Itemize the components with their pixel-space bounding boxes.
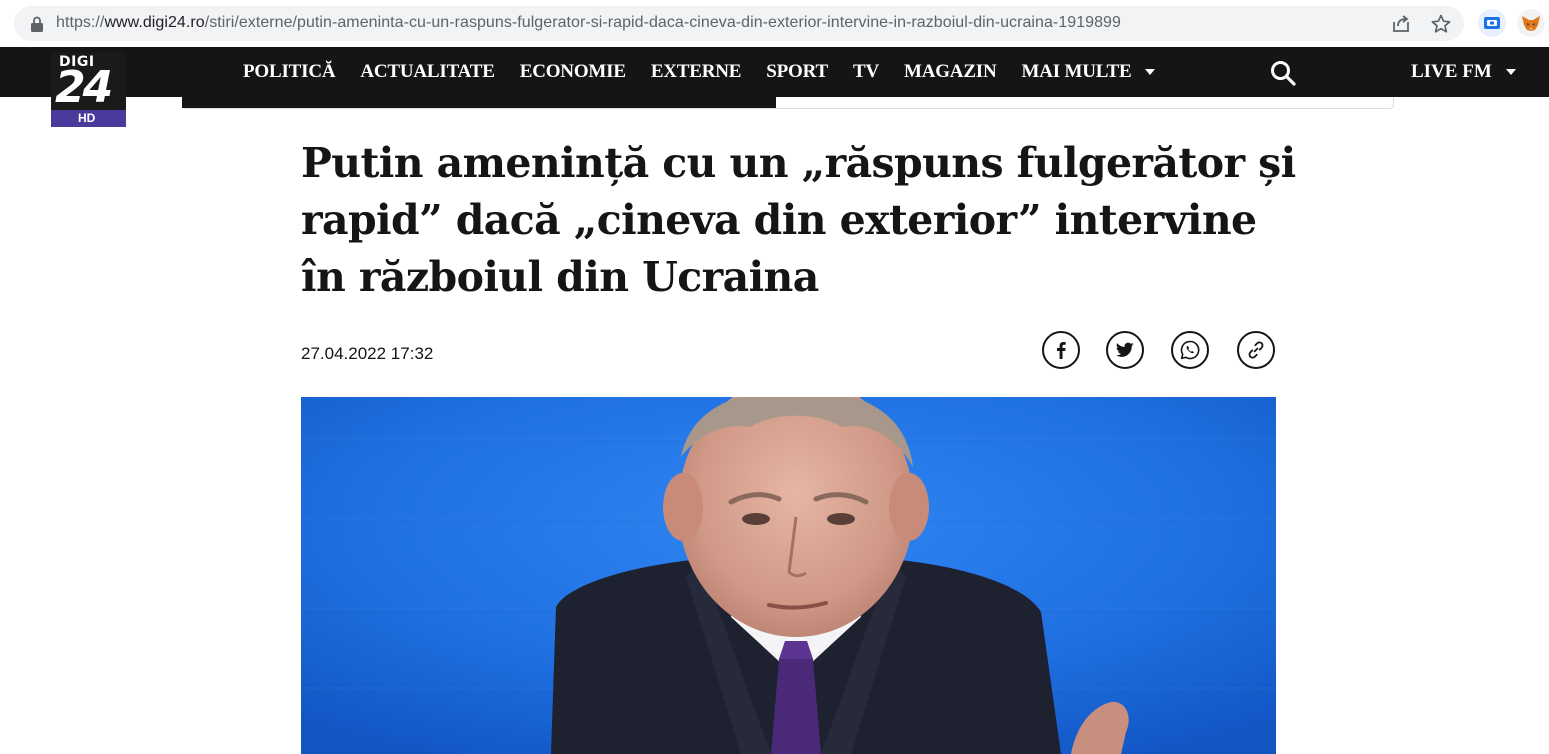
chevron-down-icon xyxy=(1505,69,1516,75)
twitter-icon xyxy=(1116,342,1134,357)
reading-progress-fill xyxy=(182,97,776,108)
nav-item-label: MAI MULTE xyxy=(1021,61,1132,82)
main-menu: POLITICĂ ACTUALITATE ECONOMIE EXTERNE SP… xyxy=(243,47,1180,97)
nav-item-magazin[interactable]: MAGAZIN xyxy=(904,61,997,83)
nav-item-tv[interactable]: TV xyxy=(853,61,879,83)
whatsapp-icon xyxy=(1180,340,1200,360)
share-copy-link-button[interactable] xyxy=(1237,331,1275,369)
nav-item-label: ECONOMIE xyxy=(519,61,626,82)
site-logo[interactable]: DIGI 24 HD xyxy=(51,52,126,127)
article-datetime: 27.04.2022 17:32 xyxy=(301,344,434,363)
lock-icon[interactable] xyxy=(30,16,44,32)
share-facebook-button[interactable] xyxy=(1042,331,1080,369)
url-path: /stiri/externe/putin-ameninta-cu-un-rasp… xyxy=(204,14,1121,31)
logo-block: DIGI 24 xyxy=(51,52,126,113)
nav-item-externe[interactable]: EXTERNE xyxy=(650,61,742,83)
url-scheme: https:// xyxy=(56,14,105,31)
nav-item-label: SPORT xyxy=(766,61,828,82)
share-page-icon[interactable] xyxy=(1390,13,1412,35)
url-host: www.digi24.ro xyxy=(104,14,205,31)
browser-toolbar: https://www.digi24.ro/stiri/externe/puti… xyxy=(0,0,1549,47)
bookmark-star-icon[interactable] xyxy=(1430,13,1452,35)
nav-item-politica[interactable]: POLITICĂ xyxy=(243,61,336,83)
article-title: Putin amenință cu un „răspuns fulgerător… xyxy=(301,139,1296,301)
nav-item-label: MAGAZIN xyxy=(903,61,997,82)
live-fm-button[interactable]: LIVE FM xyxy=(1411,47,1516,97)
article-hero-image[interactable] xyxy=(301,397,1276,754)
nav-item-label: ACTUALITATE xyxy=(360,61,495,82)
nav-item-sport[interactable]: SPORT xyxy=(766,61,828,83)
address-bar[interactable]: https://www.digi24.ro/stiri/externe/puti… xyxy=(14,6,1464,41)
chevron-down-icon xyxy=(1145,69,1156,75)
url-text[interactable]: https://www.digi24.ro/stiri/externe/puti… xyxy=(56,14,1121,32)
nav-item-economie[interactable]: ECONOMIE xyxy=(520,61,626,83)
nav-item-label: TV xyxy=(852,61,879,82)
search-icon[interactable] xyxy=(1270,60,1296,86)
nav-item-actualitate[interactable]: ACTUALITATE xyxy=(360,61,495,83)
extension-icon[interactable] xyxy=(1477,8,1507,38)
logo-number-text: 24 xyxy=(55,62,113,113)
facebook-icon xyxy=(1057,342,1066,359)
copy-link-icon xyxy=(1248,341,1264,359)
metamask-fox-icon[interactable] xyxy=(1516,8,1546,38)
nav-item-label: POLITICĂ xyxy=(243,61,336,82)
live-fm-label: LIVE FM xyxy=(1411,61,1492,82)
logo-hd-badge: HD xyxy=(51,110,126,127)
share-twitter-button[interactable] xyxy=(1106,331,1144,369)
nav-item-label: EXTERNE xyxy=(650,61,742,82)
site-navbar: POLITICĂ ACTUALITATE ECONOMIE EXTERNE SP… xyxy=(0,47,1549,97)
share-whatsapp-button[interactable] xyxy=(1171,331,1209,369)
nav-item-mai-multe[interactable]: MAI MULTE xyxy=(1022,61,1156,83)
